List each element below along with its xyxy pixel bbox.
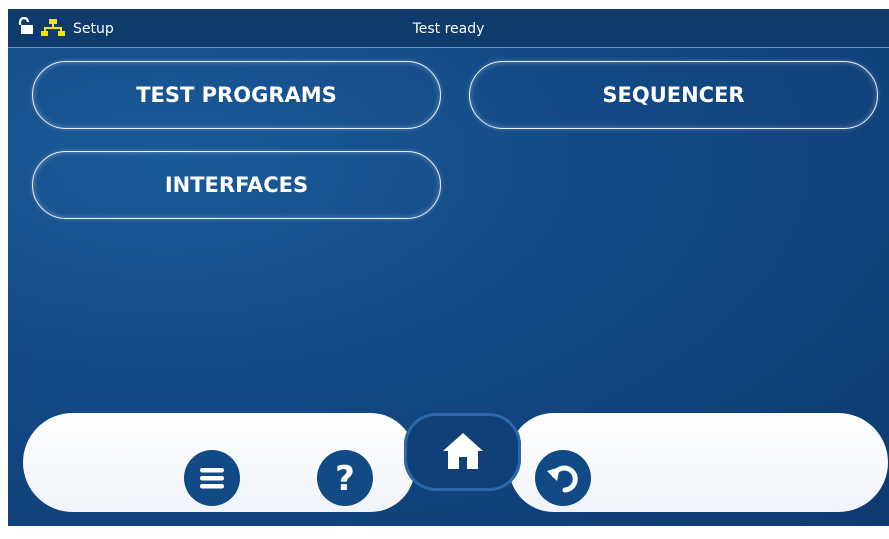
help-question-icon: ? <box>335 459 355 499</box>
status-bar: Setup Test ready <box>8 9 889 48</box>
home-button[interactable] <box>435 423 491 479</box>
interfaces-button[interactable]: INTERFACES <box>32 151 441 219</box>
home-icon <box>443 433 483 469</box>
status-text: Test ready <box>412 21 485 37</box>
test-programs-label: TEST PROGRAMS <box>136 83 337 107</box>
menu-lines-icon <box>200 468 224 489</box>
bottom-nav-bar: ? <box>23 413 888 512</box>
back-undo-icon <box>547 465 578 493</box>
back-button[interactable] <box>535 450 591 506</box>
sequencer-label: SEQUENCER <box>602 83 745 107</box>
interfaces-label: INTERFACES <box>164 173 309 197</box>
menu-button[interactable] <box>184 450 240 506</box>
test-programs-button[interactable]: TEST PROGRAMS <box>32 61 441 129</box>
svg-text:?: ? <box>335 459 355 499</box>
help-button[interactable]: ? <box>317 450 373 506</box>
sequencer-button[interactable]: SEQUENCER <box>469 61 878 129</box>
app-screen: Setup Test ready TEST PROGRAMS SEQUENCER… <box>8 9 889 526</box>
